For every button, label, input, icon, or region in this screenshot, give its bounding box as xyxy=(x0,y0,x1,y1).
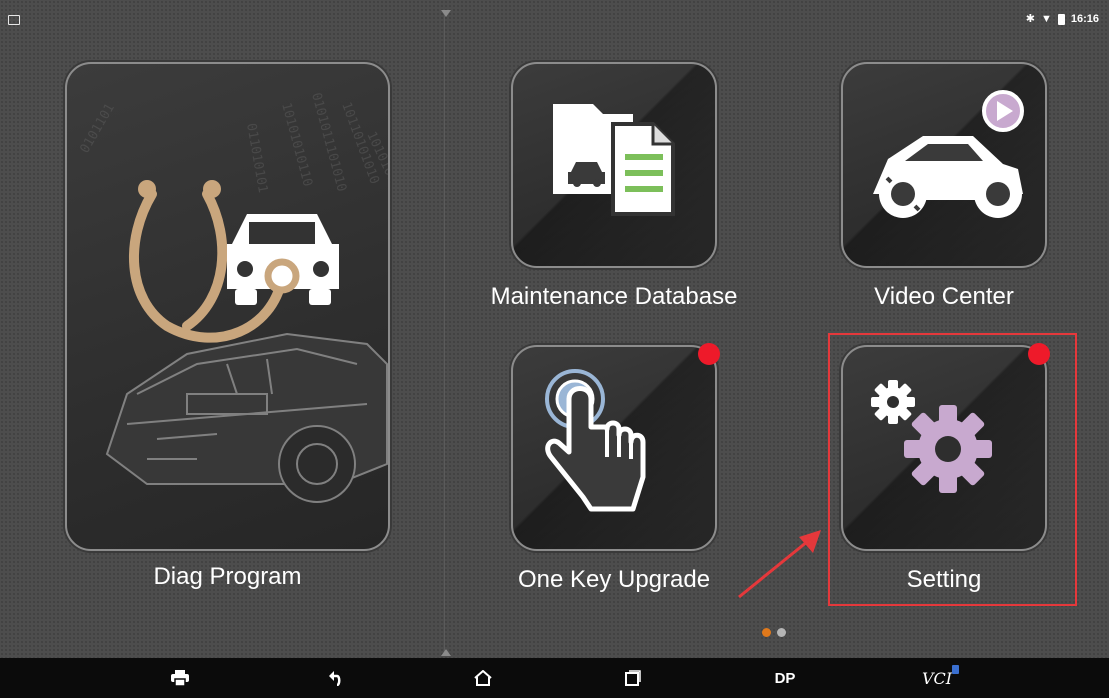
bluetooth-icon: ✱ xyxy=(1025,13,1035,25)
update-badge-one-key-upgrade xyxy=(698,343,720,365)
split-handle-top xyxy=(441,10,451,17)
vci-label: VCI xyxy=(921,668,953,688)
tile-diag-program[interactable]: 10101010110 0101011101010 10110101010 01… xyxy=(65,62,390,551)
tile-label-diag-program[interactable]: Diag Program xyxy=(65,563,390,591)
status-right: ✱ ▼ 16:16 xyxy=(1026,13,1099,25)
tile-maintenance-database[interactable] xyxy=(511,62,717,268)
home-screen: ✱ ▼ 16:16 10101010110 0101011101010 1011… xyxy=(0,0,1109,698)
split-handle-bottom xyxy=(441,649,451,656)
folder-document-icon xyxy=(553,104,675,216)
home-icon xyxy=(474,670,492,686)
tile-label-one-key-upgrade[interactable]: One Key Upgrade xyxy=(490,566,738,594)
image-notification-icon xyxy=(8,15,20,25)
stethoscope-car-icon xyxy=(129,180,339,343)
page-dot-inactive[interactable] xyxy=(777,628,786,637)
vci-status: VCI xyxy=(921,664,960,688)
home-button[interactable] xyxy=(468,658,498,698)
setting-highlight-box xyxy=(828,333,1077,606)
page-dot-active[interactable] xyxy=(762,628,771,637)
vci-button[interactable]: VCI xyxy=(912,658,962,698)
vci-bluetooth-icon xyxy=(952,664,960,674)
wifi-icon: ▼ xyxy=(1040,13,1052,25)
car-play-icon xyxy=(873,90,1024,218)
print-icon xyxy=(171,670,189,686)
status-bar: ✱ ▼ 16:16 xyxy=(0,0,1109,40)
recent-apps-icon xyxy=(625,670,641,686)
status-time: 16:16 xyxy=(1070,13,1099,25)
page-indicator xyxy=(762,628,786,637)
tile-label-video-center[interactable]: Video Center xyxy=(830,283,1058,311)
tile-video-center[interactable] xyxy=(841,62,1047,268)
tile-label-maintenance-database[interactable]: Maintenance Database xyxy=(462,283,766,311)
dp-button[interactable]: DP xyxy=(765,658,805,698)
red-arrow xyxy=(738,530,821,599)
dp-label: DP xyxy=(774,669,796,687)
recent-apps-button[interactable] xyxy=(618,658,648,698)
navigation-bar: DP VCI xyxy=(0,658,1109,698)
back-button[interactable] xyxy=(320,658,350,698)
tile-one-key-upgrade[interactable] xyxy=(511,345,717,551)
back-icon xyxy=(329,671,341,686)
touch-hand-icon xyxy=(545,369,646,512)
battery-icon xyxy=(1057,13,1065,25)
print-button[interactable] xyxy=(165,658,195,698)
